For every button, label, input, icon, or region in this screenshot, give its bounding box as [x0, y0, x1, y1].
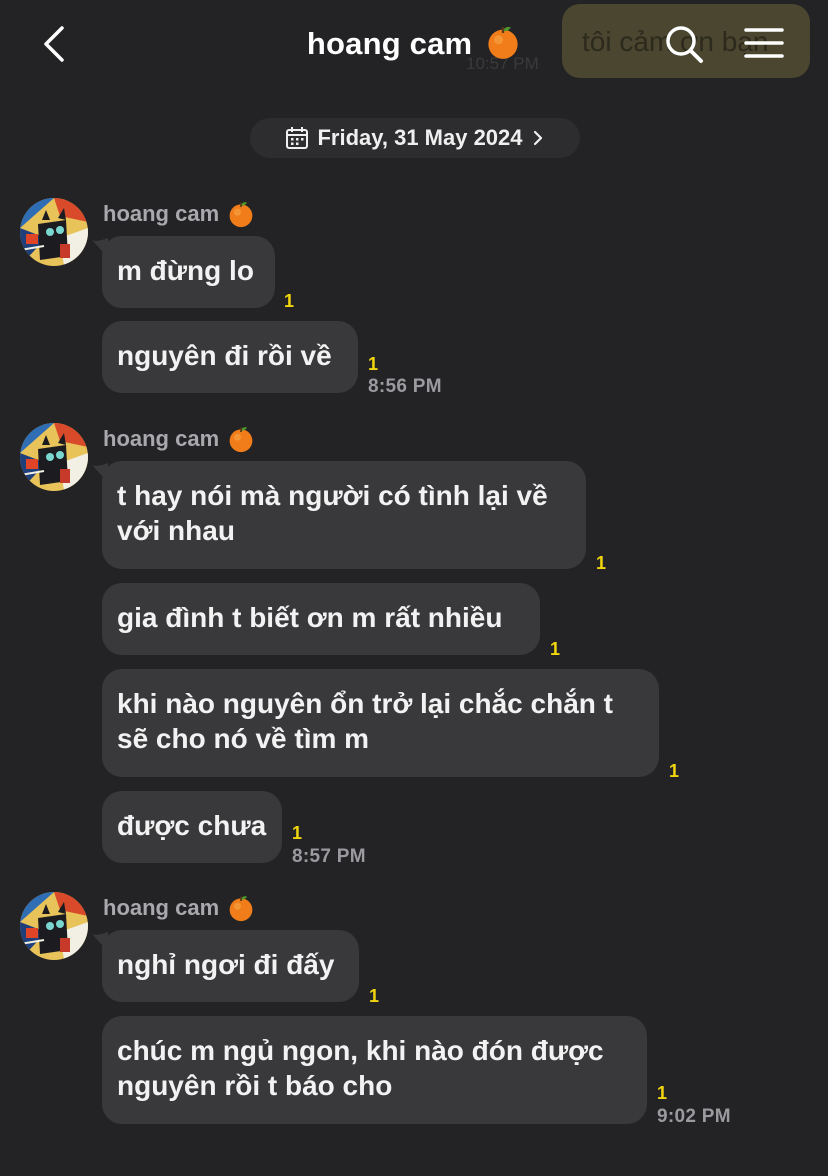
orange-emoji-icon	[227, 200, 255, 228]
unread-count: 1	[550, 639, 561, 659]
message-time: 8:56 PM	[368, 376, 442, 397]
unread-count: 1	[284, 291, 295, 311]
message-bubble[interactable]: khi nào nguyên ổn trở lại chắc chắn t sẽ…	[102, 669, 659, 777]
cat-avatar-icon	[20, 892, 88, 960]
cat-avatar-icon	[20, 198, 88, 266]
unread-count: 1	[369, 986, 380, 1006]
date-separator[interactable]: Friday, 31 May 2024	[250, 118, 580, 158]
sender-name: hoang cam	[103, 425, 255, 453]
message-bubble[interactable]: t hay nói mà người có tình lại về với nh…	[102, 461, 586, 569]
orange-emoji-icon	[485, 24, 521, 60]
calendar-icon	[286, 127, 309, 149]
sender-name: hoang cam	[103, 894, 255, 922]
unread-count: 1	[368, 354, 379, 374]
avatar[interactable]	[20, 198, 88, 266]
unread-count: 1	[292, 823, 303, 843]
unread-count: 1	[596, 553, 607, 573]
menu-button[interactable]	[740, 22, 788, 66]
avatar[interactable]	[20, 892, 88, 960]
avatar[interactable]	[20, 423, 88, 491]
search-button[interactable]	[662, 22, 706, 66]
message-bubble[interactable]: chúc m ngủ ngon, khi nào đón được nguyên…	[102, 1016, 647, 1124]
cat-avatar-icon	[20, 423, 88, 491]
search-icon	[666, 26, 703, 63]
orange-emoji-icon	[227, 894, 255, 922]
chat-title-text: hoang cam	[306, 26, 473, 61]
message-bubble[interactable]: nghỉ ngơi đi đấy	[102, 930, 359, 1002]
sender-name: hoang cam	[103, 200, 255, 228]
message-bubble[interactable]: nguyên đi rồi về	[102, 321, 358, 393]
message-time: 9:02 PM	[657, 1106, 731, 1127]
orange-emoji-icon	[227, 425, 255, 453]
date-label: Friday, 31 May 2024	[317, 125, 523, 150]
message-bubble[interactable]: m đừng lo	[102, 236, 275, 308]
message-time: 8:57 PM	[292, 846, 366, 867]
message-bubble[interactable]: gia đình t biết ơn m rất nhiều	[102, 583, 540, 655]
message-bubble[interactable]: được chưa	[102, 791, 282, 863]
hamburger-menu-icon	[744, 28, 784, 58]
chevron-right-icon	[533, 130, 542, 146]
unread-count: 1	[657, 1083, 668, 1103]
unread-count: 1	[669, 761, 680, 781]
